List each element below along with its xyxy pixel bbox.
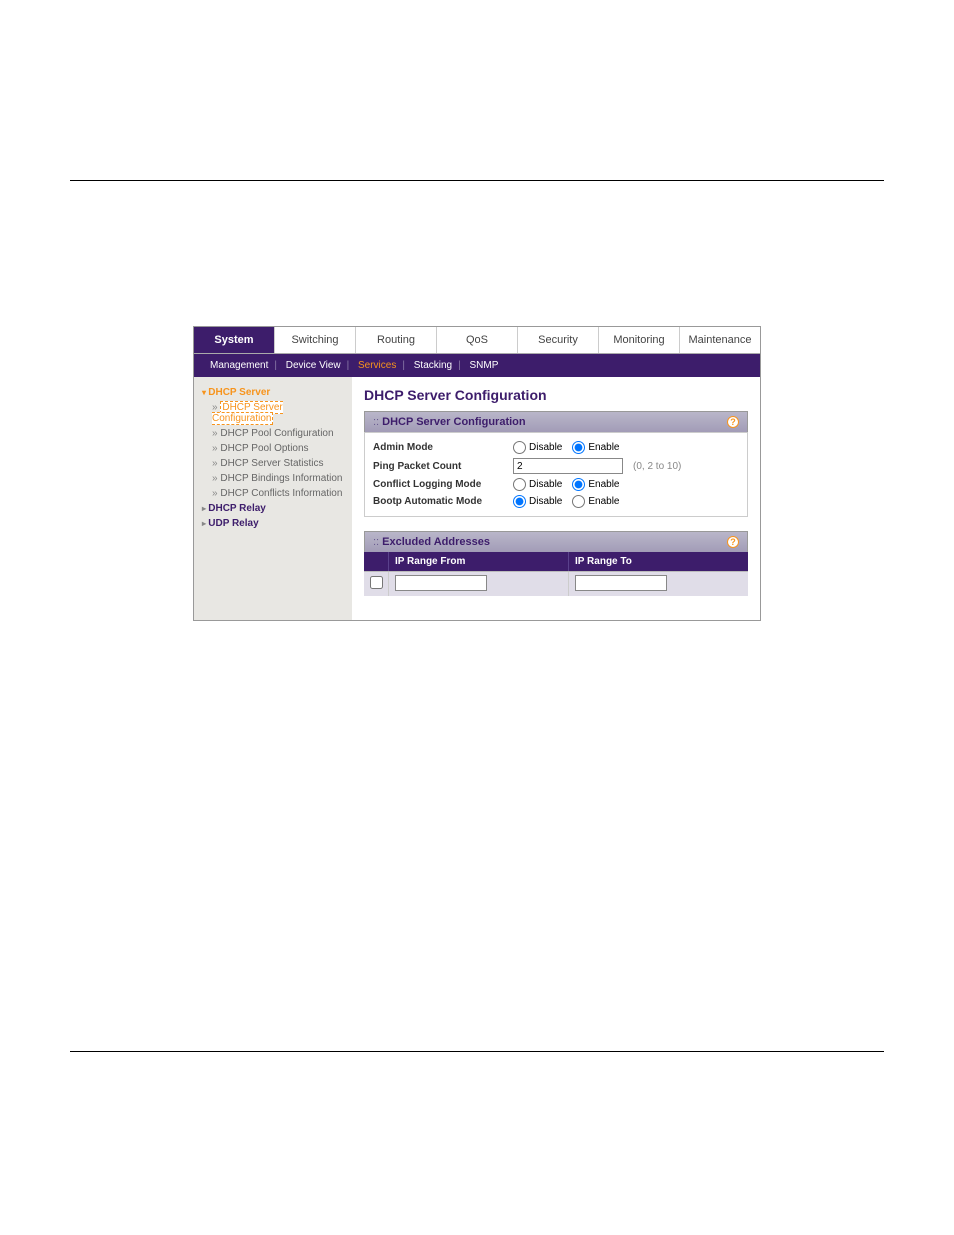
radio-admin-mode-disable[interactable] <box>513 441 526 454</box>
sidebar-item-dhcp-pool-configuration[interactable]: DHCP Pool Configuration <box>198 426 348 441</box>
sidebar-item-label: DHCP Pool Options <box>220 443 308 454</box>
radio-label: Enable <box>588 496 619 507</box>
panel-excluded-addresses: Excluded Addresses ? IP Range From IP Ra… <box>364 531 748 596</box>
help-icon[interactable]: ? <box>727 416 739 428</box>
input-ip-range-from[interactable] <box>395 575 487 591</box>
tab-routing[interactable]: Routing <box>356 327 437 353</box>
main-content: DHCP Server Configuration DHCP Server Co… <box>352 377 760 620</box>
sidebar-group-udp-relay[interactable]: UDP Relay <box>198 516 348 531</box>
radio-conflict-disable[interactable] <box>513 478 526 491</box>
sidebar: DHCP Server DHCP Server Configuration DH… <box>194 377 352 620</box>
sidebar-item-dhcp-conflicts-information[interactable]: DHCP Conflicts Information <box>198 486 348 501</box>
panel-header: Excluded Addresses ? <box>364 531 748 552</box>
sidebar-item-dhcp-bindings-information[interactable]: DHCP Bindings Information <box>198 471 348 486</box>
column-ip-range-from: IP Range From <box>388 552 568 571</box>
help-icon[interactable]: ? <box>727 536 739 548</box>
sidebar-group-dhcp-relay[interactable]: DHCP Relay <box>198 501 348 516</box>
subtab-device-view[interactable]: Device View <box>280 360 347 371</box>
tab-qos[interactable]: QoS <box>437 327 518 353</box>
sidebar-item-dhcp-pool-options[interactable]: DHCP Pool Options <box>198 441 348 456</box>
tab-security[interactable]: Security <box>518 327 599 353</box>
radio-label: Disable <box>529 442 562 453</box>
label-ping-packet-count: Ping Packet Count <box>373 461 513 472</box>
radio-admin-mode-enable[interactable] <box>572 441 585 454</box>
row-checkbox[interactable] <box>370 576 383 589</box>
subtab-snmp[interactable]: SNMP <box>464 360 505 371</box>
radio-bootp-enable[interactable] <box>572 495 585 508</box>
column-checkbox <box>364 552 388 571</box>
radio-label: Disable <box>529 496 562 507</box>
tab-monitoring[interactable]: Monitoring <box>599 327 680 353</box>
table-row <box>364 571 748 596</box>
main-tabs: System Switching Routing QoS Security Mo… <box>194 327 760 354</box>
sidebar-item-label: DHCP Pool Configuration <box>220 428 333 439</box>
column-ip-range-to: IP Range To <box>568 552 748 571</box>
hint-ping-packet-count: (0, 2 to 10) <box>633 461 681 472</box>
sidebar-item-label: DHCP Server Configuration <box>212 401 283 425</box>
sidebar-group-dhcp-server[interactable]: DHCP Server <box>198 385 348 400</box>
tab-system[interactable]: System <box>194 327 275 353</box>
label-bootp-automatic-mode: Bootp Automatic Mode <box>373 496 513 507</box>
subtab-services[interactable]: Services <box>352 360 402 371</box>
panel-title: DHCP Server Configuration <box>382 416 525 428</box>
sidebar-item-dhcp-server-statistics[interactable]: DHCP Server Statistics <box>198 456 348 471</box>
page-divider-top <box>70 180 884 181</box>
page-title: DHCP Server Configuration <box>364 387 748 403</box>
sidebar-item-label: DHCP Bindings Information <box>220 473 342 484</box>
sub-tabs: Management| Device View| Services| Stack… <box>194 354 760 377</box>
input-ping-packet-count[interactable] <box>513 458 623 474</box>
tab-maintenance[interactable]: Maintenance <box>680 327 760 353</box>
row-admin-mode: Admin Mode Disable Enable <box>373 439 739 456</box>
row-conflict-logging-mode: Conflict Logging Mode Disable Enable <box>373 476 739 493</box>
sidebar-item-label: DHCP Conflicts Information <box>220 488 342 499</box>
radio-label: Enable <box>588 442 619 453</box>
row-ping-packet-count: Ping Packet Count (0, 2 to 10) <box>373 456 739 476</box>
label-admin-mode: Admin Mode <box>373 442 513 453</box>
sidebar-item-dhcp-server-configuration[interactable]: DHCP Server Configuration <box>198 400 348 426</box>
tab-switching[interactable]: Switching <box>275 327 356 353</box>
radio-label: Enable <box>588 479 619 490</box>
radio-bootp-disable[interactable] <box>513 495 526 508</box>
table-header: IP Range From IP Range To <box>364 552 748 571</box>
row-bootp-automatic-mode: Bootp Automatic Mode Disable Enable <box>373 493 739 510</box>
subtab-stacking[interactable]: Stacking <box>408 360 458 371</box>
label-conflict-logging-mode: Conflict Logging Mode <box>373 479 513 490</box>
sidebar-item-label: DHCP Server Statistics <box>220 458 323 469</box>
panel-header: DHCP Server Configuration ? <box>364 411 748 432</box>
app-window: System Switching Routing QoS Security Mo… <box>193 326 761 621</box>
input-ip-range-to[interactable] <box>575 575 667 591</box>
radio-label: Disable <box>529 479 562 490</box>
panel-body: Admin Mode Disable Enable Ping Packet Co… <box>364 432 748 517</box>
page-divider-bottom <box>70 1051 884 1052</box>
subtab-management[interactable]: Management <box>204 360 274 371</box>
panel-title: Excluded Addresses <box>382 536 490 548</box>
panel-dhcp-server-configuration: DHCP Server Configuration ? Admin Mode D… <box>364 411 748 517</box>
radio-conflict-enable[interactable] <box>572 478 585 491</box>
